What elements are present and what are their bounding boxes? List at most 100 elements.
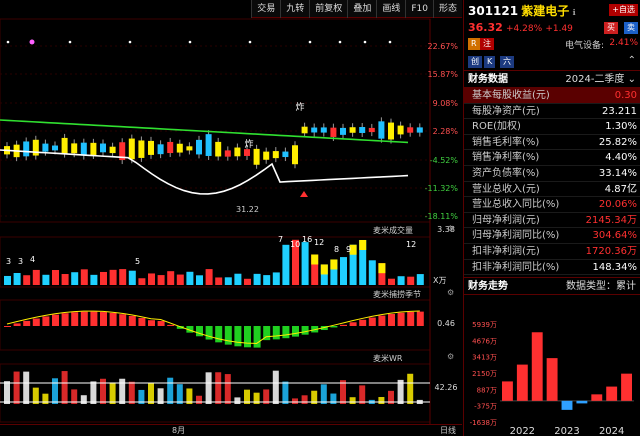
season-bar xyxy=(23,320,31,326)
candle xyxy=(263,151,270,160)
candle xyxy=(167,141,174,154)
volume-bar xyxy=(61,274,69,285)
trend-y-tick: 887万 xyxy=(477,386,497,394)
candle xyxy=(157,144,164,155)
wr-bar xyxy=(61,371,68,404)
volume-bar xyxy=(407,276,415,285)
financial-row-label: 资产负债率(%) xyxy=(472,167,540,179)
volume-count-label: 8 xyxy=(334,245,339,254)
financial-row[interactable]: 每股净资产(元) 23.211 xyxy=(464,104,640,120)
trend-y-tick: -375万 xyxy=(474,403,497,411)
kline-area[interactable]: 交易 九转 前复权 叠加 画线 F10 形态 22.67% 15.87% 9.08%… xyxy=(0,0,462,436)
info-icon[interactable]: ℹ xyxy=(573,8,576,17)
tag-r[interactable]: R xyxy=(468,38,480,50)
wr-bar xyxy=(109,382,116,404)
volume-bar xyxy=(368,260,376,285)
tag-chuang[interactable]: 创 xyxy=(468,56,482,68)
volume-count-label: 9 xyxy=(346,245,351,254)
candle xyxy=(349,127,356,133)
financial-row[interactable]: 扣非净利润同比(%) 148.34% xyxy=(464,260,640,276)
sell-button[interactable]: 卖 xyxy=(624,22,638,34)
marker-dot xyxy=(248,40,252,44)
financial-row-value: 4.40% xyxy=(605,152,637,164)
volume-bar xyxy=(205,269,213,285)
season-bar xyxy=(138,317,146,326)
wr-bar xyxy=(301,395,308,404)
wr-bar xyxy=(359,385,366,404)
season-bar xyxy=(42,316,50,326)
financial-period-select[interactable]: 2024-二季度 ⌄ xyxy=(565,71,636,87)
financial-row-value: 1.30% xyxy=(605,121,637,133)
daily-period[interactable]: 日线 xyxy=(440,425,456,436)
volume-bar xyxy=(71,272,79,285)
wr-bar xyxy=(397,379,404,404)
season-bar xyxy=(196,326,203,337)
volume-bar xyxy=(138,278,146,285)
candle xyxy=(388,122,394,140)
trend-bar xyxy=(531,332,543,401)
marker-dot xyxy=(188,40,192,44)
season-bar xyxy=(253,326,261,348)
financial-row[interactable]: ROE(加权) 1.30% xyxy=(464,119,640,135)
wr-bar xyxy=(80,395,87,404)
financial-row[interactable]: 营业总收入同比(%) 20.06% xyxy=(464,197,640,213)
season-gear-icon[interactable]: ⚙ xyxy=(447,288,454,297)
price-axis-label: -11.32% xyxy=(425,184,459,193)
price-axis-label: -4.52% xyxy=(430,156,459,165)
financial-row[interactable]: 归母净利润同比(%) 304.64% xyxy=(464,228,640,244)
season-bar xyxy=(52,314,59,326)
wr-bar xyxy=(52,378,58,404)
trend-bar xyxy=(546,358,558,401)
financial-row[interactable]: 营业总收入(元) 4.87亿 xyxy=(464,182,640,198)
trend-bar xyxy=(516,364,528,401)
tag-zhu[interactable]: 注 xyxy=(480,38,494,50)
season-bar xyxy=(234,326,242,347)
season-bar xyxy=(205,326,213,340)
stock-price: 36.32 xyxy=(468,21,503,34)
candle xyxy=(205,134,212,156)
financial-row-label: 归母净利润同比(%) xyxy=(472,230,560,242)
wr-bar xyxy=(90,381,97,404)
candle xyxy=(32,139,39,156)
wr-gear-icon[interactable]: ⚙ xyxy=(447,352,454,361)
season-bar xyxy=(397,312,405,326)
volume-count-label: 3 xyxy=(18,257,23,266)
tag-six[interactable]: 六 xyxy=(500,56,514,68)
season-bar xyxy=(368,317,376,326)
buy-button[interactable]: 买 xyxy=(604,22,618,34)
financial-title: 财务数据 xyxy=(468,74,508,85)
financial-row[interactable]: 扣非净利润(元) 1720.36万 xyxy=(464,244,640,260)
vol-gear-icon[interactable]: ⚙ xyxy=(447,224,454,233)
candle xyxy=(215,141,222,157)
financial-row[interactable]: 资产负债率(%) 33.14% xyxy=(464,166,640,182)
bottom-bar: 8月 日线 xyxy=(0,424,462,436)
season-bar xyxy=(167,324,175,326)
financial-row-label: 每股净资产(元) xyxy=(472,105,540,117)
financial-row[interactable]: 归母净利润(元) 2145.34万 xyxy=(464,213,640,229)
collapse-icon[interactable]: ⌃ xyxy=(628,55,636,66)
add-watchlist-button[interactable]: +自选 xyxy=(609,4,638,16)
tag-k[interactable]: K xyxy=(484,56,496,68)
marker-dot xyxy=(128,40,132,44)
wr-bar xyxy=(340,380,346,404)
sector-label[interactable]: 电气设备: xyxy=(565,38,604,51)
financial-row-label: 归母净利润(元) xyxy=(472,214,540,226)
wr-bar xyxy=(320,384,327,404)
season-bar xyxy=(244,326,251,348)
trend-y-tick: 5939万 xyxy=(472,321,497,329)
kline-canvas[interactable]: 22.67% 15.87% 9.08% 2.28% -4.52% -11.32% -18.1… xyxy=(0,0,462,436)
volume-bar xyxy=(244,278,251,285)
financial-row[interactable]: 基本每股收益(元) 0.30 xyxy=(464,88,640,104)
volume-bar xyxy=(388,278,395,285)
volume-count-label: 4 xyxy=(30,255,35,264)
financial-row[interactable]: 销售毛利率(%) 25.82% xyxy=(464,135,640,151)
trend-type-label[interactable]: 数据类型：累计 xyxy=(566,278,636,294)
financial-section-header: 财务数据 2024-二季度 ⌄ xyxy=(464,70,640,88)
candle xyxy=(100,143,106,153)
volume-bar-top xyxy=(320,264,328,275)
financial-row[interactable]: 销售净利率(%) 4.40% xyxy=(464,150,640,166)
season-bar xyxy=(71,312,79,326)
vol-unit-label: X万 xyxy=(433,276,446,285)
candle xyxy=(368,127,375,133)
season-bar xyxy=(148,320,155,326)
